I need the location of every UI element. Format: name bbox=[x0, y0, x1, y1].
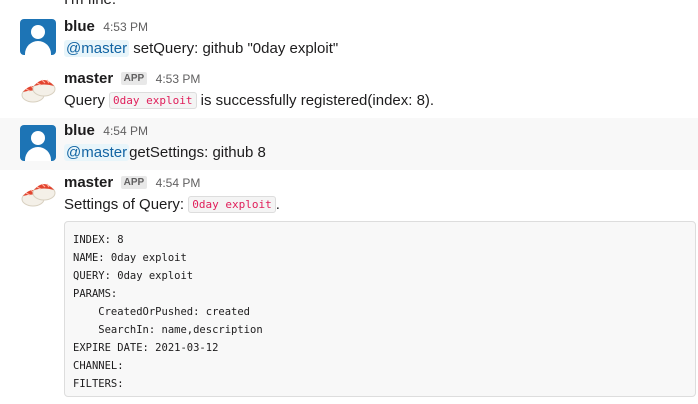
timestamp[interactable]: 4:53 PM bbox=[103, 20, 148, 34]
message-body: Query bbox=[64, 92, 110, 109]
message-master-registered: master APP 4:53 PM Query 0day exploit is… bbox=[0, 66, 698, 118]
message-text: @master setQuery: github "0day exploit" bbox=[64, 38, 338, 60]
avatar[interactable] bbox=[20, 71, 56, 107]
avatar[interactable] bbox=[20, 19, 56, 55]
sushi-icon bbox=[21, 183, 56, 207]
app-badge: APP bbox=[120, 72, 148, 85]
message-text: Settings of Query: 0day exploit. bbox=[64, 194, 280, 216]
inline-code: 0day exploit bbox=[109, 92, 197, 109]
author-name[interactable]: blue bbox=[64, 18, 95, 35]
message-body: . bbox=[275, 196, 280, 213]
message-body: setQuery: github "0day exploit" bbox=[133, 40, 339, 57]
code-block: INDEX: 8 NAME: 0day exploit QUERY: 0day … bbox=[64, 221, 696, 397]
author-name[interactable]: master bbox=[64, 70, 113, 87]
inline-code: 0day exploit bbox=[188, 196, 276, 213]
author-name[interactable]: master bbox=[64, 174, 113, 191]
timestamp[interactable]: 4:54 PM bbox=[156, 176, 201, 190]
message-text: @master getSettings: github 8 bbox=[64, 142, 266, 164]
avatar[interactable] bbox=[20, 125, 56, 161]
message-body: is successfully registered(index: 8). bbox=[196, 92, 435, 109]
sushi-icon bbox=[21, 79, 56, 103]
message-body: getSettings: github 8 bbox=[129, 144, 266, 161]
author-name[interactable]: blue bbox=[64, 122, 95, 139]
timestamp[interactable]: 4:54 PM bbox=[103, 124, 148, 138]
avatar[interactable] bbox=[20, 175, 56, 211]
message-blue-getsettings: blue 4:54 PM @master getSettings: github … bbox=[0, 118, 698, 170]
message-body: Settings of Query: bbox=[64, 196, 189, 213]
mention-link[interactable]: @master bbox=[64, 144, 130, 161]
app-badge: APP bbox=[120, 176, 148, 189]
message-blue-setquery: blue 4:53 PM @master setQuery: github "0… bbox=[0, 12, 698, 70]
previous-message-text: I'm fine. bbox=[64, 0, 116, 8]
message-text: Query 0day exploit is successfully regis… bbox=[64, 90, 434, 112]
mention-link[interactable]: @master bbox=[64, 40, 130, 57]
timestamp[interactable]: 4:53 PM bbox=[156, 72, 201, 86]
